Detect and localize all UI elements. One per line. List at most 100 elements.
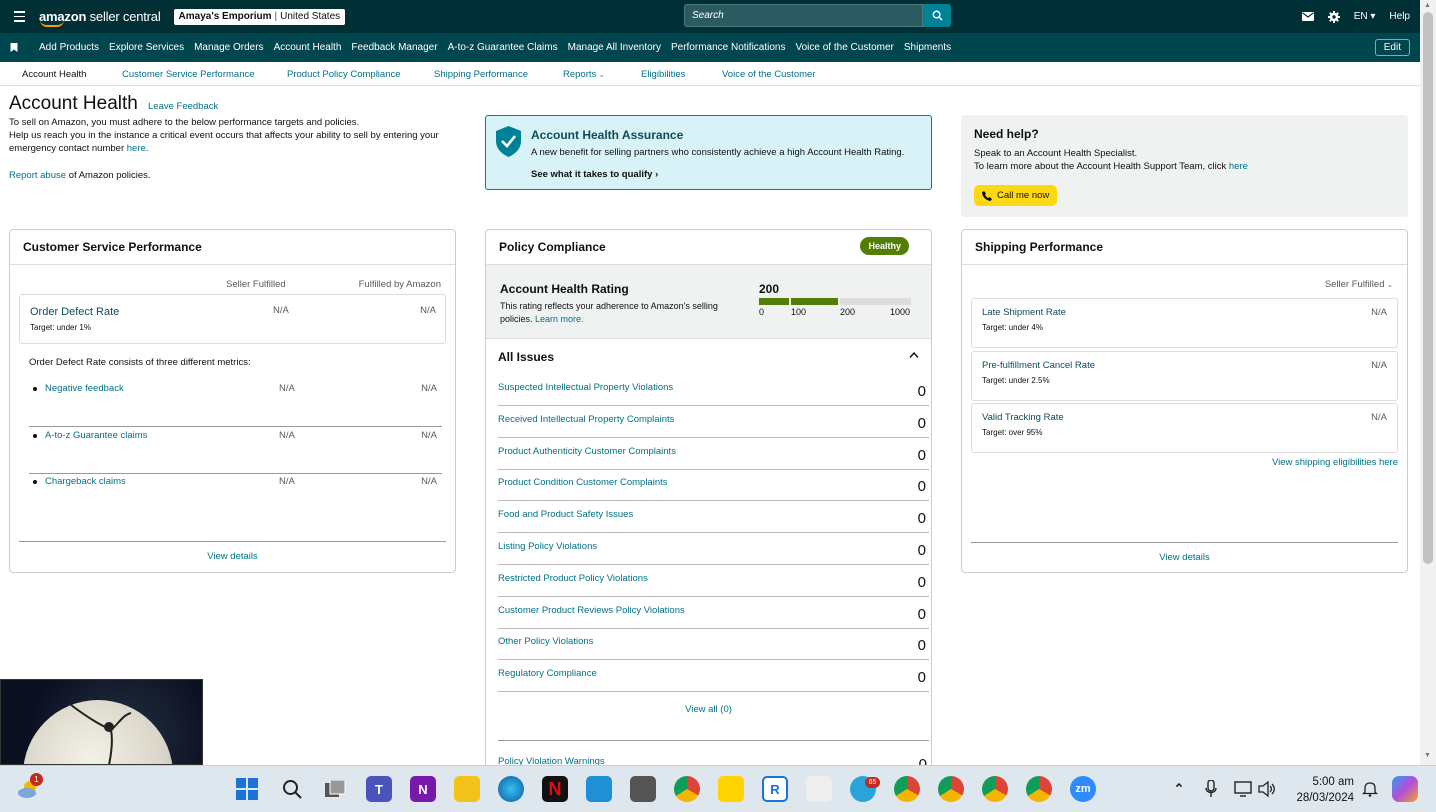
zoom-icon[interactable]: zm — [1070, 776, 1096, 802]
assurance-desc: A new benefit for selling partners who c… — [531, 147, 905, 158]
tray-chevron-up-icon[interactable]: ⌃ — [1166, 776, 1192, 802]
shipping-eligibilities-link[interactable]: View shipping eligibilities here — [1272, 457, 1398, 468]
sp-view-details-link[interactable]: View details — [1159, 552, 1210, 563]
nav-explore-services[interactable]: Explore Services — [109, 42, 184, 53]
notepad-icon[interactable] — [586, 776, 612, 802]
issue-link[interactable]: Listing Policy Violations — [498, 541, 597, 552]
issue-row: Other Policy Violations 0 — [498, 628, 929, 661]
notification-bell-icon[interactable] — [1357, 776, 1383, 802]
gear-icon[interactable] — [1327, 10, 1340, 23]
teams-icon[interactable]: T — [366, 776, 392, 802]
rakuten-icon[interactable]: R — [762, 776, 788, 802]
chrome-profile-4-icon[interactable] — [1026, 776, 1052, 802]
issue-count: 0 — [917, 510, 926, 528]
tab-reports[interactable]: Reports ⌄ — [563, 69, 605, 80]
chargeback-claims-link[interactable]: Chargeback claims — [45, 476, 126, 487]
copilot-icon[interactable] — [1392, 776, 1418, 802]
tab-shipping-performance[interactable]: Shipping Performance — [434, 69, 528, 80]
emergency-contact-link[interactable]: here — [127, 143, 146, 154]
webcam-overlay[interactable] — [0, 679, 203, 765]
netflix-icon[interactable]: N — [542, 776, 568, 802]
network-icon[interactable] — [1230, 776, 1256, 802]
tab-customer-service-performance[interactable]: Customer Service Performance — [122, 69, 255, 80]
issue-count: 0 — [917, 542, 926, 559]
cancel-rate-link[interactable]: Pre-fulfillment Cancel Rate — [982, 360, 1095, 371]
issue-link[interactable]: Product Condition Customer Complaints — [498, 477, 668, 488]
issue-link[interactable]: Other Policy Violations — [498, 636, 593, 647]
nav-voice-of-customer[interactable]: Voice of the Customer — [796, 42, 894, 53]
edge-icon[interactable] — [498, 776, 524, 802]
issue-link[interactable]: Customer Product Reviews Policy Violatio… — [498, 605, 685, 616]
issue-count: 0 — [917, 605, 926, 623]
tab-product-policy-compliance[interactable]: Product Policy Compliance — [287, 69, 401, 80]
mail-icon[interactable] — [1301, 12, 1314, 21]
order-defect-rate-link[interactable]: Order Defect Rate — [30, 306, 119, 318]
sticky-notes-icon[interactable] — [718, 776, 744, 802]
fulfillment-selector[interactable]: Seller Fulfilled ⌄ — [1325, 279, 1393, 290]
issue-row: Customer Product Reviews Policy Violatio… — [498, 597, 929, 629]
issue-row: Suspected Intellectual Property Violatio… — [498, 374, 929, 406]
chrome-icon[interactable] — [674, 776, 700, 802]
negative-feedback-link[interactable]: Negative feedback — [45, 383, 124, 394]
chevron-down-icon: ⌄ — [598, 72, 605, 79]
microphone-icon[interactable] — [1198, 776, 1224, 802]
valid-tracking-rate-link[interactable]: Valid Tracking Rate — [982, 412, 1064, 423]
edit-nav-button[interactable]: Edit — [1374, 39, 1410, 56]
issue-link[interactable]: Food and Product Safety Issues — [498, 509, 633, 520]
seller-central-logo[interactable]: amazon seller central — [39, 9, 161, 27]
search-taskbar-icon[interactable] — [279, 776, 305, 802]
task-view-icon[interactable] — [322, 776, 348, 802]
cancel-rate-box: Pre-fulfillment Cancel Rate Target: unde… — [971, 351, 1398, 401]
metric-chargeback-claims: Chargeback claims N/A N/A — [29, 474, 442, 520]
leave-feedback-link[interactable]: Leave Feedback — [148, 101, 218, 112]
chrome-profile-3-icon[interactable] — [982, 776, 1008, 802]
nav-shipments[interactable]: Shipments — [904, 42, 951, 53]
chrome-profile-1-icon[interactable] — [894, 776, 920, 802]
bookmark-icon[interactable] — [9, 43, 19, 52]
language-selector[interactable]: EN ▾ — [1354, 11, 1376, 22]
ahr-title: Account Health Rating — [500, 282, 629, 296]
nav-add-products[interactable]: Add Products — [39, 42, 99, 53]
nav-manage-inventory[interactable]: Manage All Inventory — [568, 42, 661, 53]
support-team-link[interactable]: here — [1229, 161, 1248, 172]
search-input[interactable]: Search — [684, 4, 923, 27]
file-explorer-icon[interactable] — [454, 776, 480, 802]
issue-link[interactable]: Received Intellectual Property Complaint… — [498, 414, 674, 425]
nav-account-health[interactable]: Account Health — [274, 42, 342, 53]
report-abuse-link[interactable]: Report abuse — [9, 170, 66, 181]
menu-icon[interactable] — [7, 11, 31, 22]
all-issues-header[interactable]: All Issues — [486, 342, 931, 372]
calculator-icon[interactable] — [630, 776, 656, 802]
tab-voice-of-customer[interactable]: Voice of the Customer — [722, 69, 815, 80]
issue-link[interactable]: Suspected Intellectual Property Violatio… — [498, 382, 673, 393]
csp-view-details-link[interactable]: View details — [207, 551, 258, 562]
learn-more-link[interactable]: Learn more. — [535, 314, 584, 324]
view-all-link[interactable]: View all (0) — [685, 704, 732, 715]
nav-manage-orders[interactable]: Manage Orders — [194, 42, 263, 53]
clock-time: 5:00 am — [1312, 776, 1354, 788]
help-link[interactable]: Help — [1389, 11, 1410, 22]
metric-atoz-claims: A-to-z Guarantee claims N/A N/A — [29, 428, 442, 474]
call-me-now-button[interactable]: Call me now — [974, 185, 1058, 206]
system-clock[interactable]: 5:00 am 28/03/2024 — [1296, 774, 1354, 806]
snipping-tool-icon[interactable] — [806, 776, 832, 802]
see-qualify-link[interactable]: See what it takes to qualify › — [531, 169, 658, 180]
chrome-profile-2-icon[interactable] — [938, 776, 964, 802]
nav-atoz-claims[interactable]: A-to-z Guarantee Claims — [448, 42, 558, 53]
volume-icon[interactable] — [1254, 776, 1280, 802]
nav-feedback-manager[interactable]: Feedback Manager — [351, 42, 437, 53]
onenote-icon[interactable]: N — [410, 776, 436, 802]
issue-count: 0 — [917, 478, 926, 496]
issue-link[interactable]: Restricted Product Policy Violations — [498, 573, 648, 584]
atoz-claims-link[interactable]: A-to-z Guarantee claims — [45, 430, 147, 441]
start-icon[interactable] — [234, 776, 260, 802]
tab-eligibilities[interactable]: Eligibilities — [641, 69, 685, 80]
late-shipment-rate-link[interactable]: Late Shipment Rate — [982, 307, 1066, 318]
issue-link[interactable]: Product Authenticity Customer Complaints — [498, 446, 676, 457]
issue-link[interactable]: Regulatory Compliance — [498, 668, 597, 679]
store-selector[interactable]: Amaya's Emporium | United States — [173, 8, 346, 25]
nav-performance-notifications[interactable]: Performance Notifications — [671, 42, 786, 53]
page-scrollbar[interactable]: ▲ ▼ — [1420, 0, 1436, 765]
search-button[interactable] — [923, 4, 951, 27]
tab-account-health[interactable]: Account Health — [22, 69, 86, 80]
